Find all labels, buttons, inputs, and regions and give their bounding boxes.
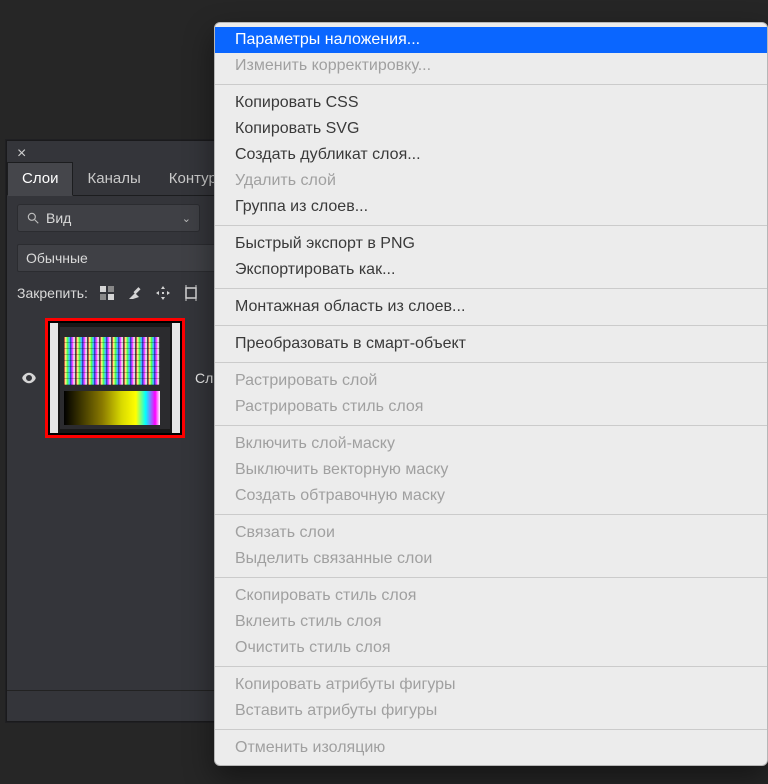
menu-item[interactable]: Копировать SVG [215,116,767,142]
close-icon[interactable]: × [17,145,26,163]
search-icon [26,211,40,225]
menu-item[interactable]: Параметры наложения... [215,27,767,53]
menu-list: Параметры наложения...Изменить корректир… [215,23,767,765]
menu-item: Изменить корректировку... [215,53,767,79]
menu-item: Растрировать стиль слоя [215,394,767,420]
chevron-down-icon: ⌄ [182,212,191,225]
context-menu: Параметры наложения...Изменить корректир… [214,22,768,766]
menu-item: Растрировать слой [215,368,767,394]
blend-mode-dropdown[interactable]: Обычные [17,244,237,272]
menu-item[interactable]: Копировать CSS [215,90,767,116]
tab-channels[interactable]: Каналы [73,163,154,195]
app-root: × Слои Каналы Контуры Вид ⌄ Обычные Закр… [0,0,768,784]
lock-transparency-icon[interactable] [98,284,116,302]
menu-item: Отменить изоляцию [215,735,767,761]
menu-item: Копировать атрибуты фигуры [215,672,767,698]
menu-item[interactable]: Быстрый экспорт в PNG [215,231,767,257]
lock-label: Закрепить: [17,285,88,301]
layer-filter-label: Вид [46,210,71,226]
menu-item[interactable]: Монтажная область из слоев... [215,294,767,320]
menu-item[interactable]: Группа из слоев... [215,194,767,220]
menu-item: Выделить связанные слои [215,546,767,572]
lock-brush-icon[interactable] [126,284,144,302]
menu-item: Скопировать стиль слоя [215,583,767,609]
menu-item: Удалить слой [215,168,767,194]
menu-item: Очистить стиль слоя [215,635,767,661]
blend-mode-value: Обычные [26,250,88,266]
layer-filter-dropdown[interactable]: Вид ⌄ [17,204,200,232]
menu-item[interactable]: Создать дубликат слоя... [215,142,767,168]
layer-thumbnail[interactable] [45,318,185,438]
menu-item[interactable]: Экспортировать как... [215,257,767,283]
menu-item: Выключить векторную маску [215,457,767,483]
menu-item[interactable]: Преобразовать в смарт-объект [215,331,767,357]
menu-item: Вклеить стиль слоя [215,609,767,635]
lock-artboard-icon[interactable] [182,284,200,302]
tab-layers[interactable]: Слои [7,162,73,196]
lock-move-icon[interactable] [154,284,172,302]
menu-item: Создать обтравочную маску [215,483,767,509]
menu-item: Вставить атрибуты фигуры [215,698,767,724]
visibility-icon[interactable] [19,368,39,388]
menu-item: Включить слой-маску [215,431,767,457]
menu-item: Связать слои [215,520,767,546]
